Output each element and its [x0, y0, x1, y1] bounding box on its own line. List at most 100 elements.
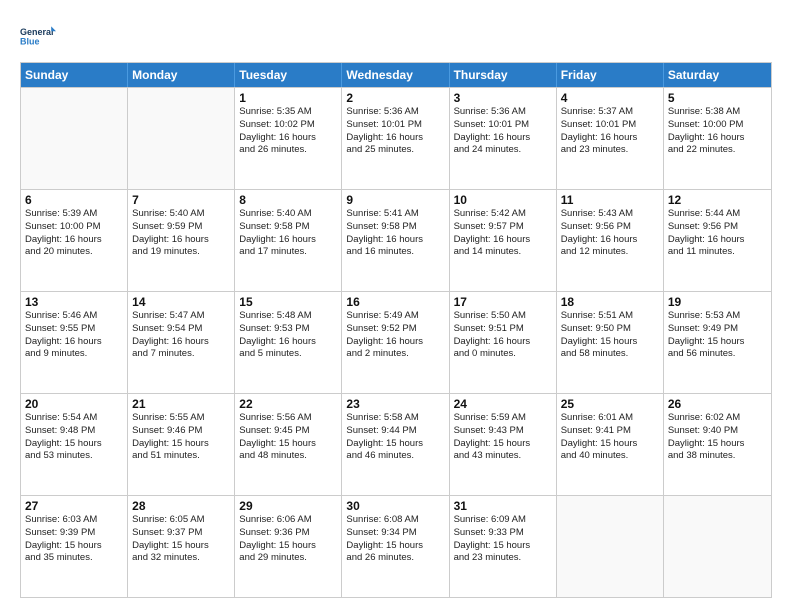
day-info: Sunrise: 5:41 AM Sunset: 9:58 PM Dayligh…	[346, 208, 444, 259]
day-cell-12: 12Sunrise: 5:44 AM Sunset: 9:56 PM Dayli…	[664, 190, 771, 291]
day-cell-5: 5Sunrise: 5:38 AM Sunset: 10:00 PM Dayli…	[664, 88, 771, 189]
day-number: 31	[454, 499, 552, 513]
logo: General Blue	[20, 18, 56, 54]
calendar-week-0: 1Sunrise: 5:35 AM Sunset: 10:02 PM Dayli…	[21, 87, 771, 189]
day-number: 23	[346, 397, 444, 411]
day-cell-26: 26Sunrise: 6:02 AM Sunset: 9:40 PM Dayli…	[664, 394, 771, 495]
day-info: Sunrise: 5:43 AM Sunset: 9:56 PM Dayligh…	[561, 208, 659, 259]
day-info: Sunrise: 5:51 AM Sunset: 9:50 PM Dayligh…	[561, 310, 659, 361]
day-info: Sunrise: 5:35 AM Sunset: 10:02 PM Daylig…	[239, 106, 337, 157]
day-number: 27	[25, 499, 123, 513]
empty-cell	[21, 88, 128, 189]
calendar-header-row: SundayMondayTuesdayWednesdayThursdayFrid…	[21, 63, 771, 87]
day-info: Sunrise: 5:42 AM Sunset: 9:57 PM Dayligh…	[454, 208, 552, 259]
day-cell-4: 4Sunrise: 5:37 AM Sunset: 10:01 PM Dayli…	[557, 88, 664, 189]
day-cell-6: 6Sunrise: 5:39 AM Sunset: 10:00 PM Dayli…	[21, 190, 128, 291]
day-cell-18: 18Sunrise: 5:51 AM Sunset: 9:50 PM Dayli…	[557, 292, 664, 393]
day-info: Sunrise: 5:58 AM Sunset: 9:44 PM Dayligh…	[346, 412, 444, 463]
day-number: 30	[346, 499, 444, 513]
day-cell-2: 2Sunrise: 5:36 AM Sunset: 10:01 PM Dayli…	[342, 88, 449, 189]
calendar-week-1: 6Sunrise: 5:39 AM Sunset: 10:00 PM Dayli…	[21, 189, 771, 291]
day-number: 16	[346, 295, 444, 309]
day-cell-23: 23Sunrise: 5:58 AM Sunset: 9:44 PM Dayli…	[342, 394, 449, 495]
day-info: Sunrise: 5:40 AM Sunset: 9:58 PM Dayligh…	[239, 208, 337, 259]
day-info: Sunrise: 5:59 AM Sunset: 9:43 PM Dayligh…	[454, 412, 552, 463]
day-info: Sunrise: 6:09 AM Sunset: 9:33 PM Dayligh…	[454, 514, 552, 565]
day-number: 1	[239, 91, 337, 105]
day-cell-11: 11Sunrise: 5:43 AM Sunset: 9:56 PM Dayli…	[557, 190, 664, 291]
day-number: 12	[668, 193, 767, 207]
day-cell-24: 24Sunrise: 5:59 AM Sunset: 9:43 PM Dayli…	[450, 394, 557, 495]
day-number: 29	[239, 499, 337, 513]
day-info: Sunrise: 5:38 AM Sunset: 10:00 PM Daylig…	[668, 106, 767, 157]
day-info: Sunrise: 5:39 AM Sunset: 10:00 PM Daylig…	[25, 208, 123, 259]
day-cell-15: 15Sunrise: 5:48 AM Sunset: 9:53 PM Dayli…	[235, 292, 342, 393]
day-cell-8: 8Sunrise: 5:40 AM Sunset: 9:58 PM Daylig…	[235, 190, 342, 291]
day-cell-29: 29Sunrise: 6:06 AM Sunset: 9:36 PM Dayli…	[235, 496, 342, 597]
day-info: Sunrise: 5:46 AM Sunset: 9:55 PM Dayligh…	[25, 310, 123, 361]
day-cell-22: 22Sunrise: 5:56 AM Sunset: 9:45 PM Dayli…	[235, 394, 342, 495]
header-cell-tuesday: Tuesday	[235, 63, 342, 87]
day-number: 8	[239, 193, 337, 207]
header-cell-friday: Friday	[557, 63, 664, 87]
day-number: 26	[668, 397, 767, 411]
day-number: 18	[561, 295, 659, 309]
day-cell-7: 7Sunrise: 5:40 AM Sunset: 9:59 PM Daylig…	[128, 190, 235, 291]
day-info: Sunrise: 5:36 AM Sunset: 10:01 PM Daylig…	[454, 106, 552, 157]
day-info: Sunrise: 5:50 AM Sunset: 9:51 PM Dayligh…	[454, 310, 552, 361]
day-info: Sunrise: 6:03 AM Sunset: 9:39 PM Dayligh…	[25, 514, 123, 565]
calendar-body: 1Sunrise: 5:35 AM Sunset: 10:02 PM Dayli…	[21, 87, 771, 597]
day-info: Sunrise: 5:49 AM Sunset: 9:52 PM Dayligh…	[346, 310, 444, 361]
day-cell-13: 13Sunrise: 5:46 AM Sunset: 9:55 PM Dayli…	[21, 292, 128, 393]
header-cell-thursday: Thursday	[450, 63, 557, 87]
day-cell-16: 16Sunrise: 5:49 AM Sunset: 9:52 PM Dayli…	[342, 292, 449, 393]
day-number: 3	[454, 91, 552, 105]
day-cell-31: 31Sunrise: 6:09 AM Sunset: 9:33 PM Dayli…	[450, 496, 557, 597]
day-number: 24	[454, 397, 552, 411]
header-cell-monday: Monday	[128, 63, 235, 87]
day-info: Sunrise: 5:56 AM Sunset: 9:45 PM Dayligh…	[239, 412, 337, 463]
header-cell-saturday: Saturday	[664, 63, 771, 87]
calendar-week-4: 27Sunrise: 6:03 AM Sunset: 9:39 PM Dayli…	[21, 495, 771, 597]
day-info: Sunrise: 6:05 AM Sunset: 9:37 PM Dayligh…	[132, 514, 230, 565]
day-info: Sunrise: 5:48 AM Sunset: 9:53 PM Dayligh…	[239, 310, 337, 361]
day-number: 14	[132, 295, 230, 309]
day-number: 28	[132, 499, 230, 513]
header-cell-wednesday: Wednesday	[342, 63, 449, 87]
svg-text:Blue: Blue	[20, 36, 40, 46]
day-number: 22	[239, 397, 337, 411]
day-info: Sunrise: 5:37 AM Sunset: 10:01 PM Daylig…	[561, 106, 659, 157]
day-number: 6	[25, 193, 123, 207]
day-number: 25	[561, 397, 659, 411]
day-cell-17: 17Sunrise: 5:50 AM Sunset: 9:51 PM Dayli…	[450, 292, 557, 393]
day-info: Sunrise: 5:54 AM Sunset: 9:48 PM Dayligh…	[25, 412, 123, 463]
day-cell-25: 25Sunrise: 6:01 AM Sunset: 9:41 PM Dayli…	[557, 394, 664, 495]
logo-svg: General Blue	[20, 18, 56, 54]
empty-cell	[557, 496, 664, 597]
day-info: Sunrise: 5:53 AM Sunset: 9:49 PM Dayligh…	[668, 310, 767, 361]
day-info: Sunrise: 5:55 AM Sunset: 9:46 PM Dayligh…	[132, 412, 230, 463]
day-info: Sunrise: 6:02 AM Sunset: 9:40 PM Dayligh…	[668, 412, 767, 463]
svg-text:General: General	[20, 27, 54, 37]
day-info: Sunrise: 6:06 AM Sunset: 9:36 PM Dayligh…	[239, 514, 337, 565]
day-cell-3: 3Sunrise: 5:36 AM Sunset: 10:01 PM Dayli…	[450, 88, 557, 189]
day-cell-27: 27Sunrise: 6:03 AM Sunset: 9:39 PM Dayli…	[21, 496, 128, 597]
day-cell-1: 1Sunrise: 5:35 AM Sunset: 10:02 PM Dayli…	[235, 88, 342, 189]
day-info: Sunrise: 5:47 AM Sunset: 9:54 PM Dayligh…	[132, 310, 230, 361]
day-cell-20: 20Sunrise: 5:54 AM Sunset: 9:48 PM Dayli…	[21, 394, 128, 495]
day-cell-21: 21Sunrise: 5:55 AM Sunset: 9:46 PM Dayli…	[128, 394, 235, 495]
day-cell-9: 9Sunrise: 5:41 AM Sunset: 9:58 PM Daylig…	[342, 190, 449, 291]
day-number: 13	[25, 295, 123, 309]
day-info: Sunrise: 5:36 AM Sunset: 10:01 PM Daylig…	[346, 106, 444, 157]
day-info: Sunrise: 5:44 AM Sunset: 9:56 PM Dayligh…	[668, 208, 767, 259]
day-number: 5	[668, 91, 767, 105]
day-cell-28: 28Sunrise: 6:05 AM Sunset: 9:37 PM Dayli…	[128, 496, 235, 597]
day-number: 15	[239, 295, 337, 309]
day-info: Sunrise: 6:01 AM Sunset: 9:41 PM Dayligh…	[561, 412, 659, 463]
day-number: 21	[132, 397, 230, 411]
day-number: 10	[454, 193, 552, 207]
day-info: Sunrise: 5:40 AM Sunset: 9:59 PM Dayligh…	[132, 208, 230, 259]
day-number: 9	[346, 193, 444, 207]
day-cell-19: 19Sunrise: 5:53 AM Sunset: 9:49 PM Dayli…	[664, 292, 771, 393]
empty-cell	[128, 88, 235, 189]
